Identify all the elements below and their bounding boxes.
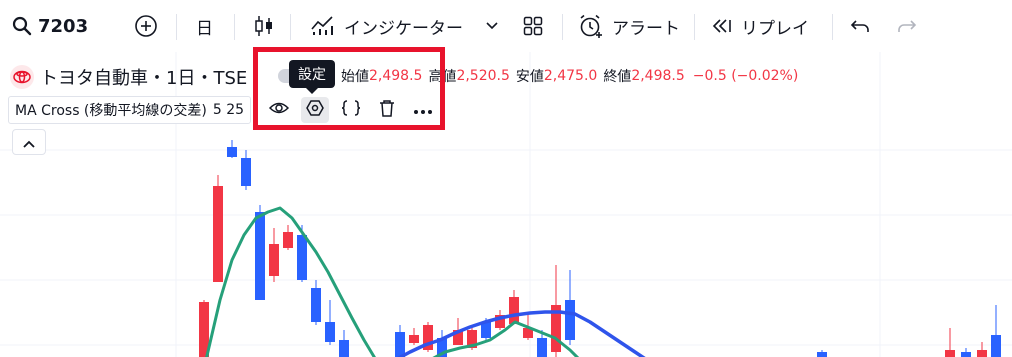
candle-up	[961, 348, 971, 357]
candle-body	[509, 297, 519, 324]
candle-up	[991, 305, 1001, 357]
candle-body	[339, 340, 349, 357]
top-toolbar: 7203 日 インジケーター アラート リプレイ	[0, 0, 1012, 52]
redo-button[interactable]	[897, 0, 917, 52]
close-label: 終値	[603, 69, 632, 85]
candle-up	[325, 300, 335, 345]
candles-icon	[254, 14, 274, 38]
indicators-button[interactable]: インジケーター	[310, 0, 463, 52]
change-value: −0.5 (−0.02%)	[692, 68, 799, 84]
symbol-search-button[interactable]: 7203	[12, 0, 88, 52]
candle-body	[213, 186, 223, 282]
undo-button[interactable]	[850, 0, 870, 52]
close-value: 2,498.5	[631, 68, 685, 84]
candle-body	[565, 300, 575, 340]
candle-body	[325, 322, 335, 342]
high-value: 2,520.5	[456, 68, 510, 84]
candle-body	[537, 338, 547, 357]
toolbar-divider	[290, 14, 291, 40]
candle-body	[395, 332, 405, 357]
candle-body	[991, 335, 1001, 357]
candle-up	[395, 325, 405, 357]
interval-button[interactable]: 日	[196, 0, 213, 52]
candle-body	[409, 335, 419, 343]
alert-label: アラート	[612, 18, 680, 39]
toolbar-divider	[562, 14, 563, 40]
chart-type-button[interactable]	[254, 0, 274, 52]
chevron-up-icon	[23, 133, 35, 152]
replay-button[interactable]: リプレイ	[711, 0, 809, 52]
candle-up	[227, 140, 237, 158]
chevron-down-icon	[486, 22, 498, 30]
candle-down	[409, 328, 419, 345]
candle-body	[227, 147, 237, 157]
compare-add-button[interactable]	[134, 0, 158, 52]
indicator-name: MA Cross (移動平均線の交差)	[15, 103, 207, 119]
ma-slow-line	[396, 310, 646, 357]
candle-body	[817, 352, 827, 357]
interval-label: 日	[196, 18, 213, 39]
symbol-text: 7203	[38, 15, 89, 37]
layouts-button[interactable]	[523, 0, 543, 52]
candle-body	[255, 212, 265, 300]
candle-body	[977, 350, 987, 357]
candle-down	[423, 322, 433, 352]
plus-circle-icon	[134, 14, 158, 38]
indicators-label: インジケーター	[344, 18, 463, 39]
rewind-icon	[711, 18, 733, 34]
candle-body	[945, 350, 955, 357]
toolbar-divider	[832, 14, 833, 40]
candle-body	[961, 352, 971, 357]
candle-down	[509, 290, 519, 324]
search-icon	[12, 16, 32, 36]
symbol-title: トヨタ自動車・1日・TSE	[40, 68, 248, 89]
candle-up	[241, 150, 251, 190]
highlight-box	[253, 47, 445, 130]
indicator-params: 5 25	[212, 102, 245, 118]
alarm-clock-icon	[578, 13, 604, 39]
redo-icon	[897, 18, 917, 34]
symbol-legend[interactable]: トヨタ自動車・1日・TSE	[10, 64, 247, 90]
indicators-dropdown-button[interactable]	[486, 0, 498, 52]
candle-down	[269, 228, 279, 282]
candle-body	[241, 158, 251, 186]
replay-label: リプレイ	[741, 18, 809, 39]
toolbar-divider	[694, 14, 695, 40]
toyota-logo-icon	[10, 65, 34, 89]
candle-down	[283, 225, 293, 250]
candle-up	[339, 330, 349, 357]
low-value: 2,475.0	[543, 68, 598, 84]
candle-up	[817, 350, 827, 357]
candle-body	[283, 232, 293, 248]
candle-down	[977, 342, 987, 357]
low-label: 安値	[515, 69, 544, 85]
candle-down	[213, 175, 223, 282]
ma-fast-line	[205, 206, 376, 357]
candle-up	[565, 270, 575, 345]
indicators-icon	[310, 15, 336, 37]
candle-body	[297, 235, 307, 280]
alert-button[interactable]: アラート	[578, 0, 680, 52]
undo-icon	[850, 18, 870, 34]
toolbar-divider	[176, 14, 177, 40]
candle-down	[945, 328, 955, 357]
candle-body	[269, 244, 279, 276]
toolbar-divider	[234, 14, 235, 40]
candle-up	[311, 280, 321, 325]
candle-body	[311, 288, 321, 322]
grid-layout-icon	[523, 16, 543, 36]
indicator-legend[interactable]: MA Cross (移動平均線の交差) 5 25	[8, 96, 252, 124]
collapse-legend-button[interactable]	[12, 129, 46, 155]
